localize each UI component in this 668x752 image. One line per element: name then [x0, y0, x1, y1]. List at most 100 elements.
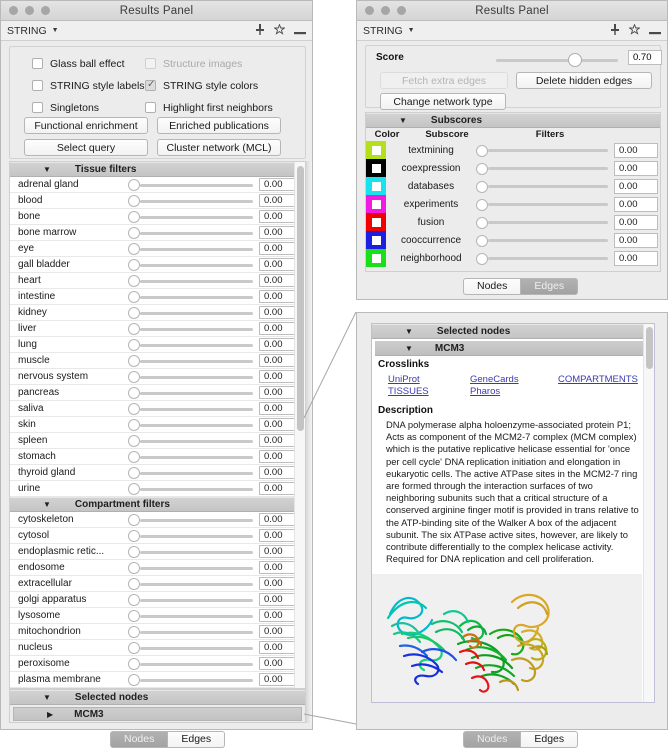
filter-slider[interactable]: [128, 608, 259, 624]
subscore-row[interactable]: fusion 0.00: [366, 213, 660, 231]
change-network-type-button[interactable]: Change network type: [380, 93, 506, 110]
tab-edges[interactable]: Edges: [521, 278, 579, 295]
filter-slider-thumb[interactable]: [128, 194, 140, 207]
filter-slider-thumb[interactable]: [128, 354, 140, 367]
filter-row[interactable]: golgi apparatus 0.00: [10, 592, 305, 608]
filter-row[interactable]: cytosol 0.00: [10, 528, 305, 544]
filter-row[interactable]: mitochondrion 0.00: [10, 624, 305, 640]
collapse-triangle-down-icon[interactable]: ▼: [43, 500, 51, 509]
subscore-slider[interactable]: [476, 160, 614, 176]
filter-slider[interactable]: [128, 576, 259, 592]
filter-slider[interactable]: [128, 433, 259, 449]
subscore-slider[interactable]: [476, 196, 614, 212]
filter-slider[interactable]: [128, 401, 259, 417]
filter-slider-thumb[interactable]: [128, 226, 140, 239]
float-window-icon[interactable]: [628, 22, 641, 38]
checkbox-box[interactable]: [145, 79, 156, 91]
filter-slider-thumb[interactable]: [128, 513, 140, 526]
filter-row[interactable]: urine 0.00: [10, 481, 305, 497]
subscore-slider-thumb[interactable]: [476, 163, 488, 175]
subscore-row[interactable]: experiments 0.00: [366, 195, 660, 213]
panel-source-label[interactable]: STRING: [7, 25, 47, 37]
filter-slider[interactable]: [128, 193, 259, 209]
pin-icon[interactable]: [255, 23, 265, 38]
detail-scrollbar-thumb[interactable]: [646, 327, 653, 369]
tab-nodes[interactable]: Nodes: [463, 731, 522, 748]
filter-slider-thumb[interactable]: [128, 561, 140, 574]
filter-slider-thumb[interactable]: [128, 418, 140, 431]
subscores-section-header[interactable]: ▼ Subscores: [366, 113, 660, 128]
link-uniprot[interactable]: UniProt: [388, 374, 470, 385]
panel-source-label[interactable]: STRING: [363, 25, 403, 37]
link-tissues[interactable]: TISSUES: [388, 386, 470, 397]
checkbox-box[interactable]: [32, 80, 43, 91]
filter-slider-thumb[interactable]: [128, 386, 140, 399]
filter-slider[interactable]: [128, 528, 259, 544]
filters-scrollbar-thumb[interactable]: [297, 166, 304, 431]
compartment-filters-section-header[interactable]: ▼ Compartment filters: [10, 497, 295, 512]
filter-slider-thumb[interactable]: [128, 657, 140, 670]
subscore-slider-thumb[interactable]: [476, 199, 488, 211]
filter-row[interactable]: saliva 0.00: [10, 401, 305, 417]
filter-slider[interactable]: [128, 257, 259, 273]
filter-slider[interactable]: [128, 385, 259, 401]
delete-hidden-edges-button[interactable]: Delete hidden edges: [516, 72, 652, 89]
float-window-icon[interactable]: [273, 22, 286, 38]
filter-slider[interactable]: [128, 177, 259, 193]
filters-scrollbar[interactable]: [294, 162, 305, 688]
subscore-value-field[interactable]: 0.00: [614, 160, 658, 176]
filter-slider[interactable]: [128, 209, 259, 225]
filter-row[interactable]: gall bladder 0.00: [10, 257, 305, 273]
chevron-down-icon[interactable]: ▼: [408, 27, 415, 34]
subscore-value-field[interactable]: 0.00: [614, 250, 658, 266]
filter-slider[interactable]: [128, 624, 259, 640]
filter-slider-thumb[interactable]: [128, 402, 140, 415]
tab-nodes[interactable]: Nodes: [463, 278, 522, 295]
filter-slider-thumb[interactable]: [128, 593, 140, 606]
pin-icon[interactable]: [610, 23, 620, 38]
filter-row[interactable]: adrenal gland 0.00: [10, 177, 305, 193]
filter-slider-thumb[interactable]: [128, 322, 140, 335]
collapse-triangle-down-icon[interactable]: ▼: [43, 693, 51, 702]
filter-slider[interactable]: [128, 672, 259, 688]
filter-slider[interactable]: [128, 656, 259, 672]
filter-row[interactable]: kidney 0.00: [10, 305, 305, 321]
filter-slider[interactable]: [128, 337, 259, 353]
expand-triangle-right-icon[interactable]: ▶: [47, 710, 53, 719]
checkbox-highlight-first-neighbors[interactable]: Highlight first neighbors: [145, 99, 305, 116]
filter-row[interactable]: intestine 0.00: [10, 289, 305, 305]
selected-node-row-mcm3[interactable]: ▶ MCM3: [13, 707, 302, 721]
select-query-button[interactable]: Select query: [24, 139, 148, 156]
filter-slider-thumb[interactable]: [128, 306, 140, 319]
subscore-value-field[interactable]: 0.00: [614, 196, 658, 212]
subscore-slider[interactable]: [476, 142, 614, 158]
filter-row[interactable]: nucleus 0.00: [10, 640, 305, 656]
filter-slider[interactable]: [128, 305, 259, 321]
filter-row[interactable]: endosome 0.00: [10, 560, 305, 576]
filter-row[interactable]: bone marrow 0.00: [10, 225, 305, 241]
filter-row[interactable]: stomach 0.00: [10, 449, 305, 465]
filter-slider-thumb[interactable]: [128, 450, 140, 463]
detail-node-header-mcm3[interactable]: ▼ MCM3: [375, 341, 649, 356]
filter-slider-thumb[interactable]: [128, 641, 140, 654]
node-detail-scroll-region[interactable]: ▼ Selected nodes ▼ MCM3 Crosslinks UniPr…: [371, 323, 655, 703]
checkbox-box[interactable]: [145, 102, 156, 113]
filter-slider-thumb[interactable]: [128, 242, 140, 255]
subscore-value-field[interactable]: 0.00: [614, 232, 658, 248]
filter-slider[interactable]: [128, 417, 259, 433]
filter-slider-thumb[interactable]: [128, 482, 140, 495]
link-compartments[interactable]: COMPARTMENTS: [558, 374, 638, 385]
filter-slider-thumb[interactable]: [128, 609, 140, 622]
filter-slider[interactable]: [128, 241, 259, 257]
enriched-publications-button[interactable]: Enriched publications: [157, 117, 281, 134]
filter-slider[interactable]: [128, 640, 259, 656]
subscore-row[interactable]: coexpression 0.00: [366, 159, 660, 177]
filter-slider[interactable]: [128, 481, 259, 497]
filter-slider[interactable]: [128, 560, 259, 576]
subscore-row[interactable]: cooccurrence 0.00: [366, 231, 660, 249]
tab-nodes[interactable]: Nodes: [110, 731, 169, 748]
subscore-color-swatch[interactable]: [366, 195, 386, 213]
subscore-value-field[interactable]: 0.00: [614, 178, 658, 194]
filter-row[interactable]: lysosome 0.00: [10, 608, 305, 624]
filter-row[interactable]: peroxisome 0.00: [10, 656, 305, 672]
